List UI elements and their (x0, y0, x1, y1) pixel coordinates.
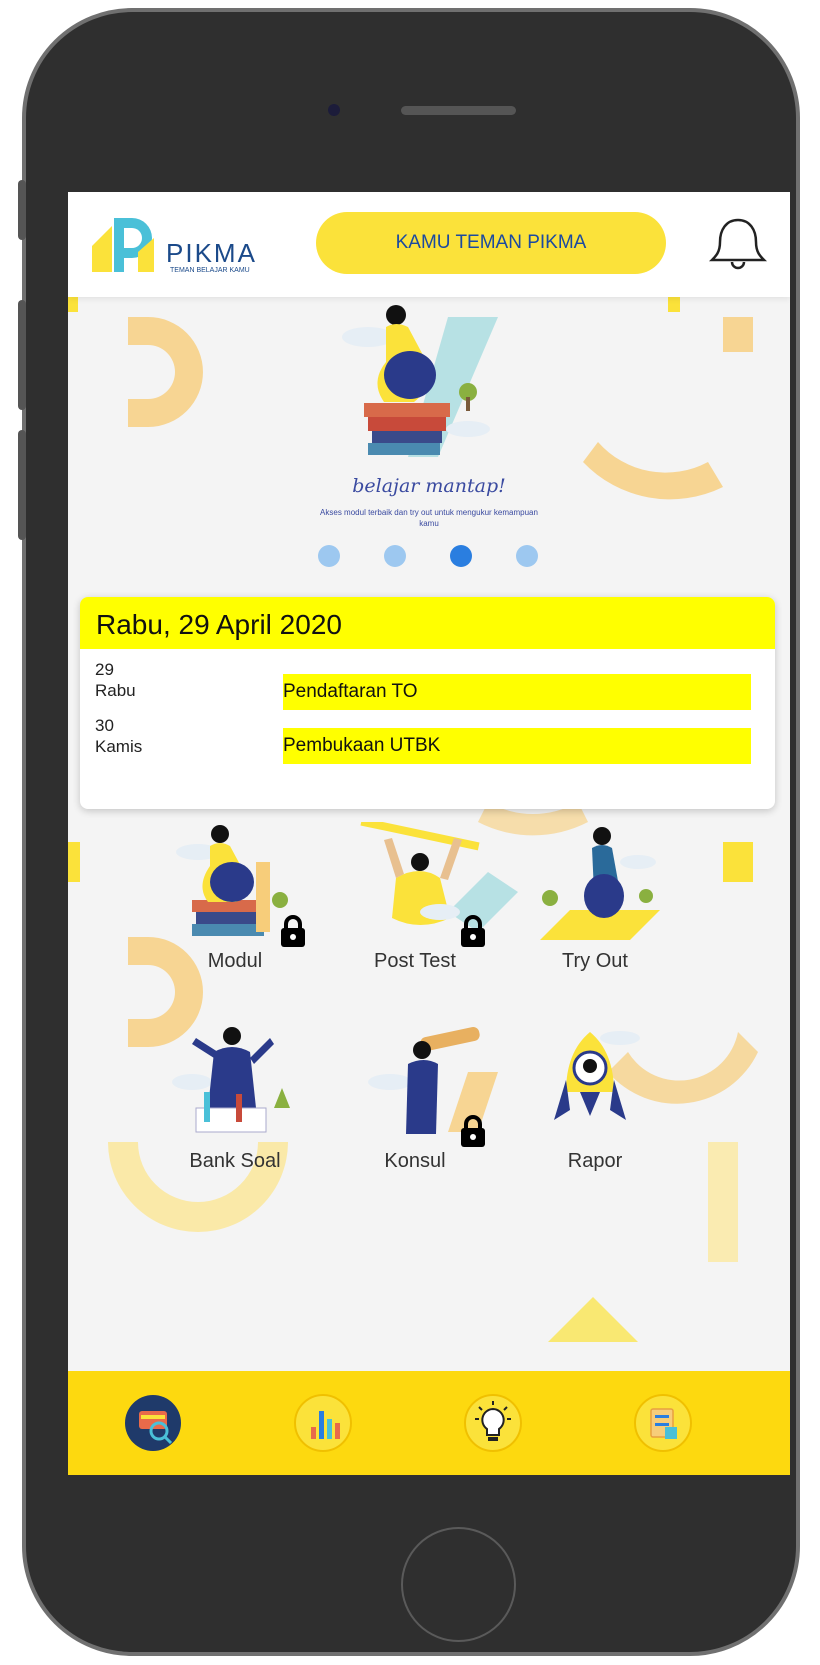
event-day-name: Kamis (95, 737, 143, 756)
carousel-dot[interactable] (384, 545, 406, 567)
menu-label: Bank Soal (189, 1150, 281, 1172)
bar-chart-icon[interactable] (293, 1393, 353, 1453)
lightbulb-icon[interactable] (463, 1393, 523, 1453)
lock-icon (461, 915, 485, 947)
search-module-icon[interactable] (123, 1393, 183, 1453)
menu-label: Konsul (384, 1150, 446, 1172)
carousel-indicators (318, 545, 538, 567)
lock-icon (461, 1115, 485, 1147)
banner-subtitle: Akses modul terbaik dan try out untuk me… (320, 508, 538, 528)
carousel-dot[interactable] (318, 545, 340, 567)
event-label[interactable]: Pembukaan UTBK (283, 728, 751, 764)
event-day-number: 29 (95, 660, 114, 679)
menu-label: Post Test (374, 950, 456, 972)
app-header: PIKMA TEMAN BELAJAR KAMU KAMU TEMAN PIKM… (68, 192, 790, 297)
greeting-button[interactable]: KAMU TEMAN PIKMA (316, 212, 666, 274)
app-screen: PIKMA TEMAN BELAJAR KAMU KAMU TEMAN PIKM… (68, 192, 790, 1475)
front-camera (328, 104, 340, 116)
home-button[interactable] (401, 1527, 516, 1642)
mute-switch (18, 180, 26, 240)
earpiece-speaker (401, 106, 516, 115)
studying-girl-illustration (342, 305, 498, 457)
carousel-dot-active[interactable] (450, 545, 472, 567)
carousel-dot[interactable] (516, 545, 538, 567)
event-day: 30 Kamis (95, 715, 142, 757)
promo-banner-carousel[interactable]: belajar mantap! Akses modul terbaik dan … (68, 297, 790, 592)
menu-label: Modul (207, 950, 263, 972)
banner-title: belajar mantap! (352, 475, 506, 497)
bottom-navigation (68, 1371, 790, 1475)
lock-icon (281, 915, 305, 947)
volume-down-button (18, 430, 26, 540)
menu-label: Try Out (562, 950, 628, 972)
bank-soal-illustration-icon (172, 1027, 290, 1133)
try-out-illustration-icon (540, 827, 660, 940)
logo-tagline: TEMAN BELAJAR KAMU (170, 267, 250, 274)
menu-modul[interactable]: Modul (150, 822, 320, 973)
schedule-card: Rabu, 29 April 2020 29 Rabu Pendaftaran … (80, 597, 775, 809)
menu-try-out[interactable]: Try Out (510, 822, 680, 973)
notification-bell-icon[interactable] (708, 214, 768, 274)
menu-bank-soal[interactable]: Bank Soal (150, 1022, 320, 1173)
schedule-date-title: Rabu, 29 April 2020 (80, 597, 775, 649)
logo-text: PIKMA (166, 238, 257, 268)
event-day: 29 Rabu (95, 659, 136, 701)
volume-up-button (18, 300, 26, 410)
rapor-rocket-illustration-icon (554, 1031, 640, 1120)
menu-post-test[interactable]: Post Test (330, 817, 500, 973)
menu-rapor[interactable]: Rapor (510, 1022, 680, 1173)
menu-konsul[interactable]: Konsul (330, 1022, 500, 1173)
event-day-number: 30 (95, 716, 114, 735)
menu-label: Rapor (567, 1150, 623, 1172)
event-label[interactable]: Pendaftaran TO (283, 674, 751, 710)
event-day-name: Rabu (95, 681, 136, 700)
report-icon[interactable] (633, 1393, 693, 1453)
pikma-logo-icon (92, 218, 154, 272)
